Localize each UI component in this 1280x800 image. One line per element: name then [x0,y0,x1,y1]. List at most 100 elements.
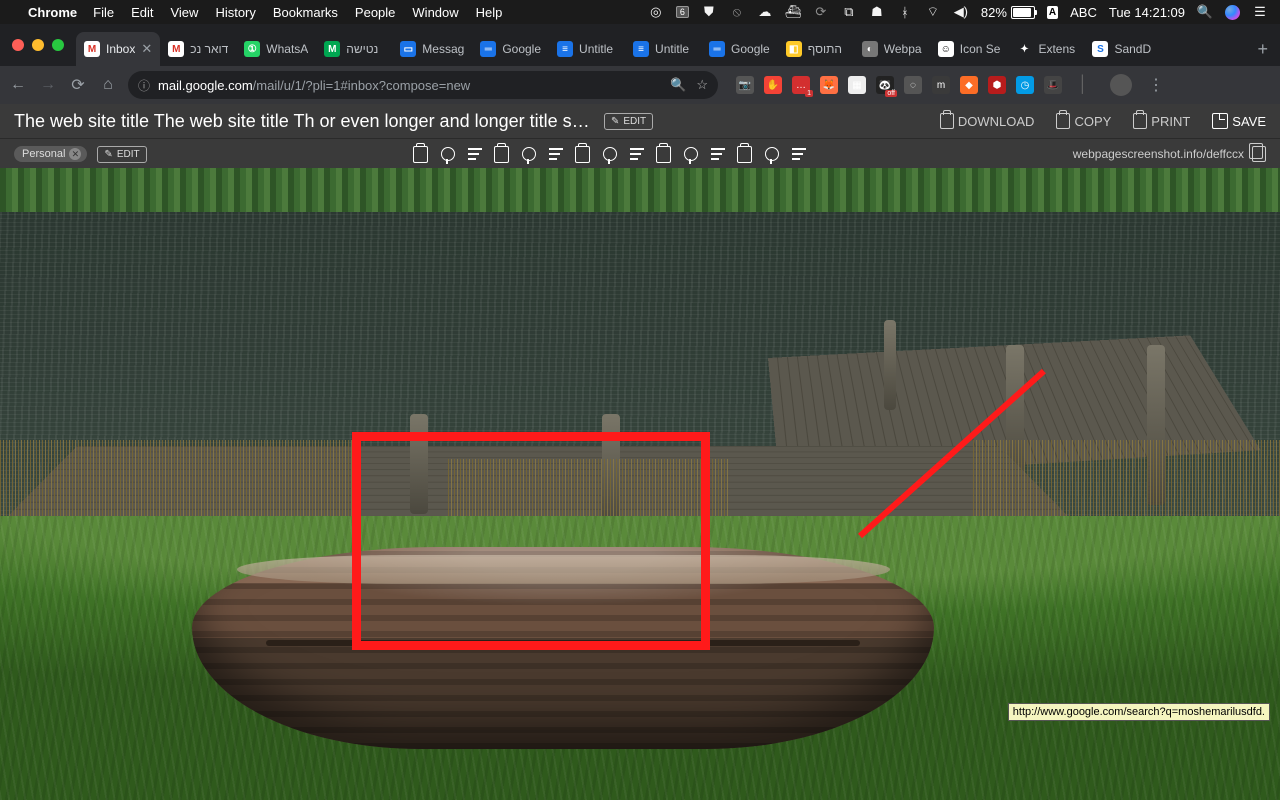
extension-grey2-icon[interactable]: m [932,76,950,94]
window-controls [0,24,76,66]
shield2-icon[interactable]: ☗ [869,4,885,20]
browser-tab[interactable]: ①WhatsA [236,32,316,66]
new-tab-button[interactable]: + [1245,39,1280,66]
menu-view[interactable]: View [170,5,198,20]
tab-favicon: ① [244,41,260,57]
extension-camera-icon[interactable]: 📷 [736,76,754,94]
tool-clip-button[interactable] [655,145,673,163]
status-icon[interactable]: ◎ [648,4,664,20]
menu-file[interactable]: File [93,5,114,20]
extension-qr-icon[interactable]: ▦ [848,76,866,94]
tool-pin-button[interactable] [763,145,781,163]
copy-url-button[interactable] [1252,146,1266,162]
browser-tab[interactable]: ✦Extens [1008,32,1084,66]
sync-icon[interactable]: ⟳ [813,4,829,20]
tool-pin-button[interactable] [601,145,619,163]
tool-clip-button[interactable] [736,145,754,163]
save-button[interactable]: SAVE [1212,113,1266,129]
status-badge[interactable]: 6 [676,6,689,18]
browser-tab[interactable]: ≡Untitle [625,32,701,66]
browser-tab[interactable]: ═Google [472,32,549,66]
address-bar[interactable]: ⓘ mail.google.com/mail/u/1/?pli=1#inbox?… [128,71,718,99]
tag-chip[interactable]: Personal✕ [14,146,87,162]
menu-history[interactable]: History [215,5,255,20]
siri-icon[interactable] [1225,5,1240,20]
notification-center-icon[interactable]: ☰ [1252,4,1268,20]
browser-tab[interactable]: Mדואר נכ [160,32,236,66]
tool-lines-button[interactable] [790,145,808,163]
menu-edit[interactable]: Edit [131,5,153,20]
download-button[interactable]: DOWNLOAD [940,113,1035,129]
tool-lines-button[interactable] [709,145,727,163]
docker-icon[interactable]: ⛴ [785,4,801,20]
browser-tab[interactable]: ◧התוסף [778,32,854,66]
tool-lines-button[interactable] [628,145,646,163]
extension-lastpass-icon[interactable]: …1 [792,76,810,94]
home-button[interactable]: ⌂ [98,76,118,94]
menu-window[interactable]: Window [412,5,458,20]
browser-tab[interactable]: ◐Webpa [854,32,930,66]
tool-pin-button[interactable] [682,145,700,163]
tool-clip-button[interactable] [493,145,511,163]
remove-tag-icon[interactable]: ✕ [69,148,81,160]
battery-status[interactable]: 82% [981,5,1035,20]
volume-icon[interactable]: ◀) [953,4,969,20]
window-zoom-button[interactable] [52,39,64,51]
wifi-icon[interactable]: ⌔ [925,4,941,20]
browser-tab[interactable]: Mנטישה [316,32,392,66]
input-source[interactable]: A [1047,6,1058,19]
browser-tab[interactable]: ▭Messag [392,32,472,66]
status-icon[interactable]: ⦸ [729,4,745,20]
extension-ub-icon[interactable]: ⬢ [988,76,1006,94]
browser-tab[interactable]: ═Google [701,32,778,66]
edit-tags-button[interactable]: ✎ EDIT [97,146,146,163]
print-icon [1133,113,1147,129]
cloud-icon[interactable]: ☁ [757,4,773,20]
app-name[interactable]: Chrome [28,5,77,20]
tool-clip-button[interactable] [574,145,592,163]
profile-avatar[interactable] [1110,74,1132,96]
browser-tab[interactable]: SSandD [1084,32,1160,66]
browser-tab[interactable]: ≡Untitle [549,32,625,66]
tool-lines-button[interactable] [547,145,565,163]
menu-bookmarks[interactable]: Bookmarks [273,5,338,20]
chrome-menu-button[interactable]: ⋮ [1148,75,1164,95]
clock[interactable]: Tue 14:21:09 [1109,5,1185,20]
extension-panda-icon[interactable]: 🐼off [876,76,894,94]
edit-title-button[interactable]: ✎ EDIT [604,113,653,130]
tabs-container: MInbox✕Mדואר נכ①WhatsAMנטישה▭Messag═Goog… [76,24,1245,66]
tool-clip-button[interactable] [412,145,430,163]
shield-icon[interactable]: ⛊ [701,4,717,20]
extension-gitlab-icon[interactable]: ◆ [960,76,978,94]
bookmark-icon[interactable]: ☆ [696,77,708,93]
screenshot-canvas[interactable]: http://www.google.com/search?q=moshemari… [0,168,1280,800]
menu-people[interactable]: People [355,5,395,20]
extension-hat-icon[interactable]: 🎩 [1044,76,1062,94]
extension-grey1-icon[interactable]: ◌ [904,76,922,94]
zoom-icon[interactable]: 🔍 [670,77,686,93]
tool-lines-button[interactable] [466,145,484,163]
extension-fox-icon[interactable]: 🦊 [820,76,838,94]
copy-button[interactable]: COPY [1056,113,1111,129]
back-button[interactable]: ← [8,76,28,94]
tool-pin-button[interactable] [439,145,457,163]
window-minimize-button[interactable] [32,39,44,51]
reload-button[interactable]: ⟳ [68,75,88,95]
window-close-button[interactable] [12,39,24,51]
tab-close-button[interactable]: ✕ [141,41,152,57]
site-info-icon[interactable]: ⓘ [138,77,150,94]
bluetooth-icon[interactable]: ᚼ [897,4,913,20]
tool-pin-button[interactable] [520,145,538,163]
extension-meta-icon[interactable]: ◷ [1016,76,1034,94]
menu-help[interactable]: Help [476,5,503,20]
browser-tab[interactable]: MInbox✕ [76,32,160,66]
print-button[interactable]: PRINT [1133,113,1190,129]
annotation-rectangle[interactable] [352,432,710,650]
forward-button[interactable]: → [38,76,58,94]
spotlight-icon[interactable]: 🔍 [1197,4,1213,20]
browser-tab[interactable]: ☺Icon Se [930,32,1009,66]
save-icon [1212,113,1228,129]
input-source-label[interactable]: ABC [1070,5,1097,20]
extension-adblock-icon[interactable]: ✋ [764,76,782,94]
dropbox-icon[interactable]: ⧉ [841,4,857,20]
